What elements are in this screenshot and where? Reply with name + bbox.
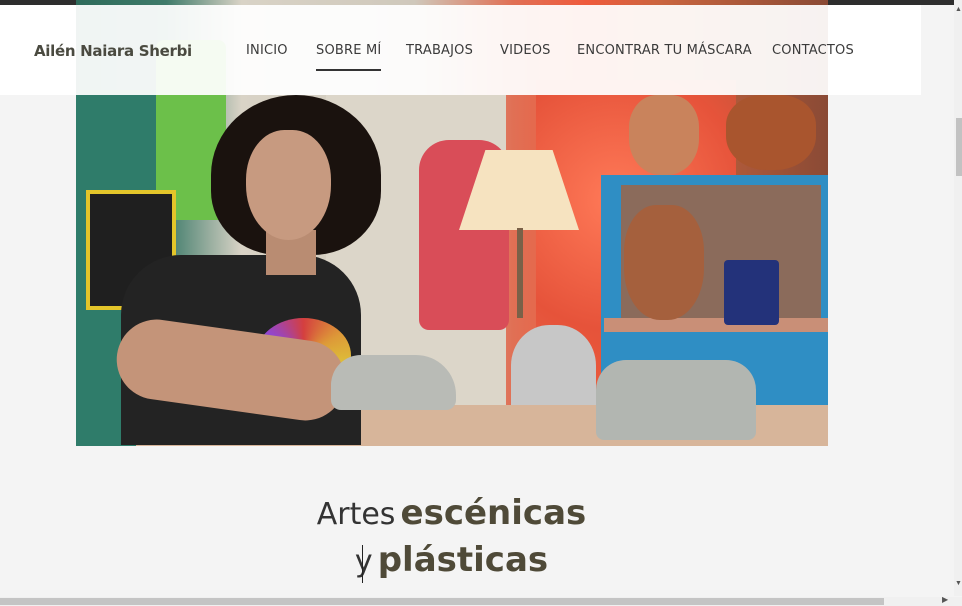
- chevron-up-icon[interactable]: ▲: [955, 6, 962, 13]
- clay-mold-right: [596, 360, 756, 440]
- chevron-right-icon[interactable]: ▶: [942, 595, 948, 604]
- heading-word-y: y: [354, 544, 373, 579]
- nav-inicio[interactable]: INICIO: [246, 43, 288, 58]
- nav-sobre-mi[interactable]: SOBRE MÍ: [316, 43, 382, 71]
- nav-encontrar-tu-mascara[interactable]: ENCONTRAR TU MÁSCARA: [577, 43, 752, 58]
- vertical-scrollbar[interactable]: ▲ ▼: [954, 0, 962, 596]
- page-heading-line1: Artes escénicas: [0, 493, 903, 533]
- nav-trabajos[interactable]: TRABAJOS: [406, 43, 473, 58]
- lamp-pole: [517, 228, 523, 318]
- mask-2: [726, 95, 816, 170]
- site-header: Ailén Naiara Sherbi INICIO SOBRE MÍ TRAB…: [0, 5, 921, 95]
- heading-word-artes: Artes: [316, 497, 396, 532]
- polka-dot-cup: [724, 260, 779, 325]
- text-cursor: [362, 545, 363, 583]
- page-heading-line2: y plásticas: [0, 540, 903, 580]
- shelf-board: [604, 318, 828, 332]
- clay-mask-left: [331, 355, 456, 410]
- chevron-down-icon[interactable]: ▼: [955, 580, 962, 587]
- horizontal-scroll-thumb[interactable]: [0, 598, 884, 605]
- heading-word-escenicas: escénicas: [400, 493, 587, 533]
- horizontal-scrollbar[interactable]: ▶: [0, 595, 962, 606]
- kettle: [511, 325, 596, 415]
- vertical-scroll-thumb[interactable]: [956, 118, 962, 176]
- nav-contactos[interactable]: CONTACTOS: [772, 43, 854, 58]
- mask-1: [629, 95, 699, 175]
- brand-logo[interactable]: Ailén Naiara Sherbi: [34, 42, 192, 60]
- woman-face: [246, 130, 331, 240]
- nav-videos[interactable]: VIDEOS: [500, 43, 551, 58]
- mask-3: [624, 205, 704, 320]
- heading-word-plasticas: plásticas: [377, 540, 549, 580]
